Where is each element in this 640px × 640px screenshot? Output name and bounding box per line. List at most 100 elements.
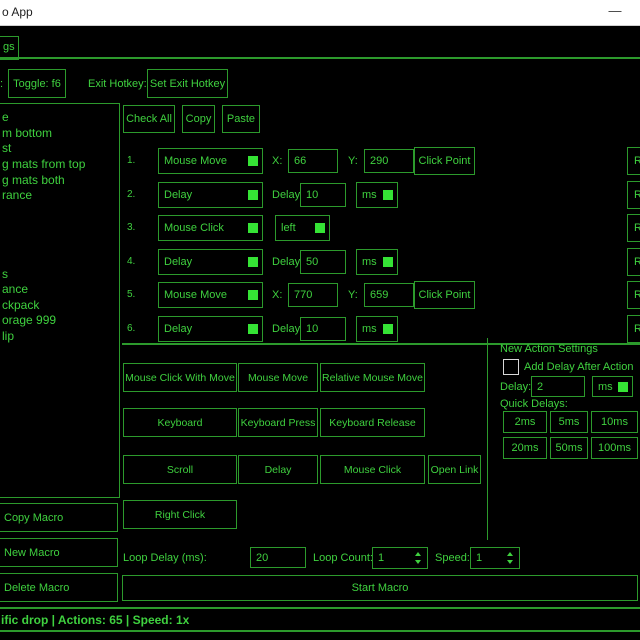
action-type-value: Delay (164, 189, 192, 201)
delay-input[interactable]: 2 (531, 376, 585, 397)
remove-action-button[interactable]: R (627, 147, 640, 175)
delete-macro-button[interactable]: Delete Macro (0, 573, 118, 602)
action-param-dropdown[interactable]: ms (356, 316, 398, 342)
quick-delay-button-2ms[interactable]: 2ms (503, 411, 547, 433)
start-macro-button[interactable]: Start Macro (122, 575, 638, 601)
minimize-icon[interactable]: — (598, 0, 632, 24)
paste-button[interactable]: Paste (222, 105, 260, 133)
palette-button-relative-mouse-move[interactable]: Relative Mouse Move (320, 363, 425, 392)
add-delay-checkbox-label: Add Delay After Action (524, 361, 633, 373)
dropdown-square-icon (383, 257, 393, 267)
action-param-input[interactable]: 66 (288, 149, 338, 173)
remove-action-button[interactable]: R (627, 248, 640, 276)
palette-button-delay[interactable]: Delay (238, 455, 318, 484)
speed-spinner[interactable]: 1 (470, 547, 520, 569)
macro-list-item[interactable]: lip (2, 329, 14, 343)
set-exit-hotkey-button[interactable]: Set Exit Hotkey (147, 69, 228, 98)
delay-unit-value: ms (598, 381, 613, 393)
macro-list-item[interactable]: e (2, 110, 9, 124)
action-param-dropdown-value: ms (362, 256, 377, 268)
menu-tab-label: gs (3, 41, 15, 53)
copy-macro-button[interactable]: Copy Macro (0, 503, 118, 532)
action-param-input[interactable]: 290 (364, 149, 414, 173)
palette-button-keyboard-press[interactable]: Keyboard Press (238, 408, 318, 437)
dropdown-square-icon (248, 324, 258, 334)
status-bar-border (0, 630, 640, 632)
macro-list-item[interactable]: ckpack (2, 298, 39, 312)
remove-action-button[interactable]: R (627, 281, 640, 309)
action-row-number: 3. (127, 222, 135, 233)
action-type-dropdown[interactable]: Delay (158, 249, 263, 275)
macro-list-item[interactable]: rance (2, 188, 32, 202)
spinner-arrows-icon[interactable] (414, 550, 422, 566)
spinner-arrows-icon[interactable] (506, 550, 514, 566)
delay-unit-dropdown[interactable]: ms (592, 376, 633, 397)
status-bar-border (0, 607, 640, 609)
dropdown-square-icon (248, 156, 258, 166)
macro-list-item[interactable]: ance (2, 282, 28, 296)
action-param-label: Y: (348, 289, 358, 301)
palette-button-keyboard-release[interactable]: Keyboard Release (320, 408, 425, 437)
quick-delay-button-5ms[interactable]: 5ms (550, 411, 588, 433)
palette-button-mouse-click-with-move[interactable]: Mouse Click With Move (123, 363, 237, 392)
action-param-value: 10 (306, 323, 318, 335)
action-param-dropdown[interactable]: ms (356, 182, 398, 208)
quick-delay-button-20ms[interactable]: 20ms (503, 437, 547, 459)
palette-button-keyboard[interactable]: Keyboard (123, 408, 237, 437)
macro-list[interactable]: e m bottomst g mats from top g mats bothran… (0, 103, 120, 498)
action-param-label: Delay (272, 256, 300, 268)
click-point-button[interactable]: Click Point (414, 281, 475, 309)
macro-list-item[interactable]: st (2, 141, 11, 155)
action-param-input[interactable]: 50 (300, 250, 346, 274)
macro-list-item[interactable]: g mats both (2, 173, 65, 187)
macro-list-item[interactable]: m bottom (2, 126, 52, 140)
quick-delay-button-10ms[interactable]: 10ms (591, 411, 638, 433)
action-type-value: Mouse Move (164, 155, 227, 167)
macro-list-item[interactable]: g mats from top (2, 157, 85, 171)
quick-delay-button-100ms[interactable]: 100ms (591, 437, 638, 459)
macro-list-item[interactable]: s (2, 267, 8, 281)
toggle-hotkey-button[interactable]: Toggle: f6 (8, 69, 66, 98)
action-type-dropdown[interactable]: Delay (158, 182, 263, 208)
exit-hotkey-label: Exit Hotkey: (88, 78, 147, 90)
remove-action-button[interactable]: R (627, 315, 640, 343)
remove-action-button[interactable]: R (627, 214, 640, 242)
new-macro-button[interactable]: New Macro (0, 538, 118, 567)
action-type-dropdown[interactable]: Mouse Move (158, 148, 263, 174)
loop-delay-value: 20 (256, 552, 268, 564)
action-row-number: 6. (127, 323, 135, 334)
quick-delay-button-50ms[interactable]: 50ms (550, 437, 588, 459)
loop-delay-input[interactable]: 20 (250, 547, 306, 568)
palette-button-scroll[interactable]: Scroll (123, 455, 237, 484)
title-bar: o App — (0, 0, 640, 26)
action-param-input[interactable]: 770 (288, 283, 338, 307)
action-type-dropdown[interactable]: Mouse Click (158, 215, 263, 241)
action-row-number: 5. (127, 289, 135, 300)
action-param-value: 10 (306, 189, 318, 201)
action-type-value: Delay (164, 256, 192, 268)
remove-action-button[interactable]: R (627, 181, 640, 209)
action-param-input[interactable]: 10 (300, 183, 346, 207)
action-row-number: 4. (127, 256, 135, 267)
loop-count-spinner[interactable]: 1 (372, 547, 428, 569)
palette-button-open-link[interactable]: Open Link (428, 455, 481, 484)
add-delay-checkbox[interactable] (503, 359, 519, 375)
palette-button-mouse-move[interactable]: Mouse Move (238, 363, 318, 392)
action-param-input[interactable]: 10 (300, 317, 346, 341)
action-type-dropdown[interactable]: Mouse Move (158, 282, 263, 308)
action-param-dropdown[interactable]: left (275, 215, 330, 241)
click-point-button[interactable]: Click Point (414, 147, 475, 175)
dropdown-square-icon (315, 223, 325, 233)
action-param-label: Delay (272, 189, 300, 201)
palette-button-right-click[interactable]: Right Click (123, 500, 237, 529)
action-type-dropdown[interactable]: Delay (158, 316, 263, 342)
palette-button-mouse-click[interactable]: Mouse Click (320, 455, 425, 484)
action-param-dropdown[interactable]: ms (356, 249, 398, 275)
check-all-button[interactable]: Check All (123, 105, 175, 133)
copy-button[interactable]: Copy (182, 105, 215, 133)
loop-count-label: Loop Count: (313, 552, 373, 564)
speed-label: Speed: (435, 552, 470, 564)
macro-list-item[interactable]: orage 999 (2, 313, 56, 327)
action-param-input[interactable]: 659 (364, 283, 414, 307)
speed-value: 1 (476, 552, 482, 564)
